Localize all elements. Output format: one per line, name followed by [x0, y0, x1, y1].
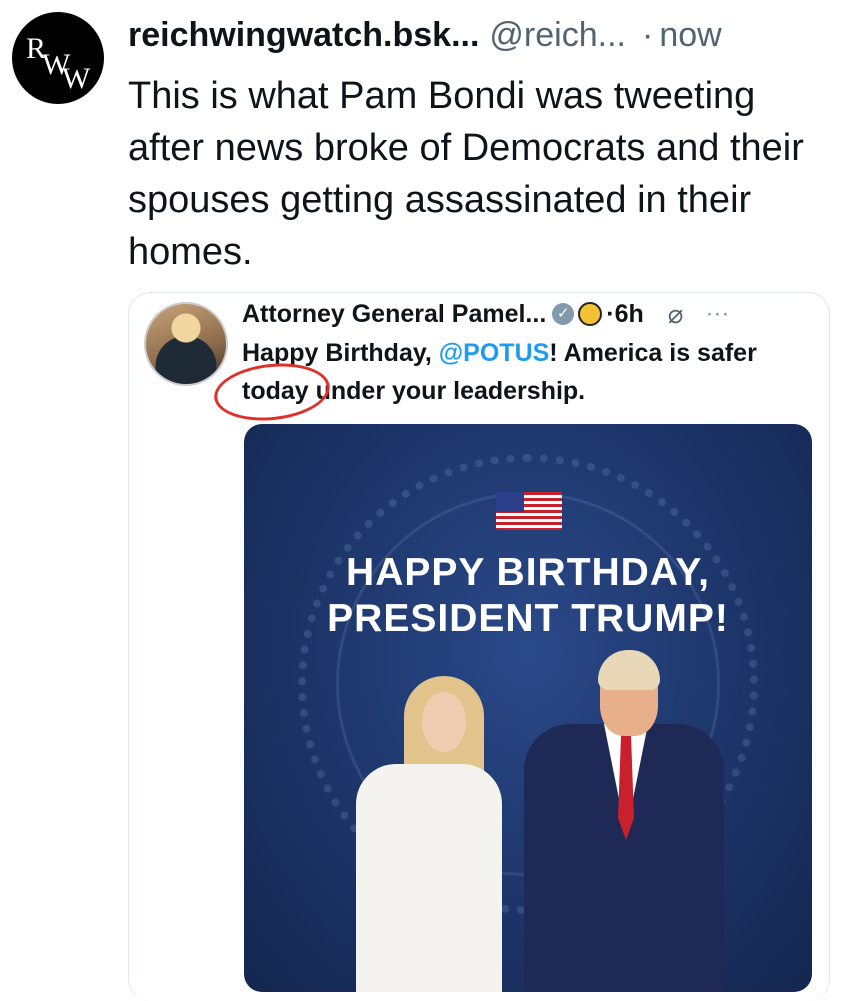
grok-icon[interactable]: ⌀ — [668, 296, 684, 332]
promo-title-line2: PRESIDENT TRUMP! — [327, 597, 729, 640]
promo-title-line1: HAPPY BIRTHDAY, — [346, 551, 710, 594]
quoted-post-text: Happy Birthday, @POTUS! America is safer… — [242, 334, 822, 410]
birthday-promo-image[interactable]: HAPPY BIRTHDAY, PRESIDENT TRUMP! — [244, 424, 812, 992]
promo-title: HAPPY BIRTHDAY, PRESIDENT TRUMP! — [244, 550, 812, 642]
post-text: This is what Pam Bondi was tweeting afte… — [128, 75, 804, 273]
post-header: reichwingwatch.bsk... @reich... · now — [128, 16, 848, 60]
quoted-author-avatar[interactable] — [144, 302, 228, 386]
more-options-icon[interactable]: ··· — [705, 296, 729, 332]
author-avatar[interactable]: R W W — [12, 12, 104, 104]
potus-mention-link[interactable]: @POTUS — [439, 339, 550, 367]
quoted-post-header: Attorney General Pamel... ✓ ·6h ⌀ ··· — [242, 296, 822, 332]
doj-seal-badge-icon — [578, 302, 603, 326]
author-name[interactable]: reichwingwatch.bsk... — [128, 16, 479, 54]
separator-dot: · — [641, 16, 654, 54]
author-handle[interactable]: @reich... — [489, 16, 626, 54]
post-timestamp[interactable]: now — [659, 16, 721, 54]
quoted-post-timestamp[interactable]: ·6h — [606, 296, 644, 332]
us-flag-icon — [496, 492, 562, 530]
woman-figure-face — [422, 692, 466, 752]
quoted-author-name[interactable]: Attorney General Pamel... — [242, 296, 546, 332]
woman-figure-body — [356, 764, 502, 992]
verified-check-icon: ✓ — [552, 303, 575, 325]
quoted-text-segment: Happy Birthday, — [242, 339, 439, 367]
